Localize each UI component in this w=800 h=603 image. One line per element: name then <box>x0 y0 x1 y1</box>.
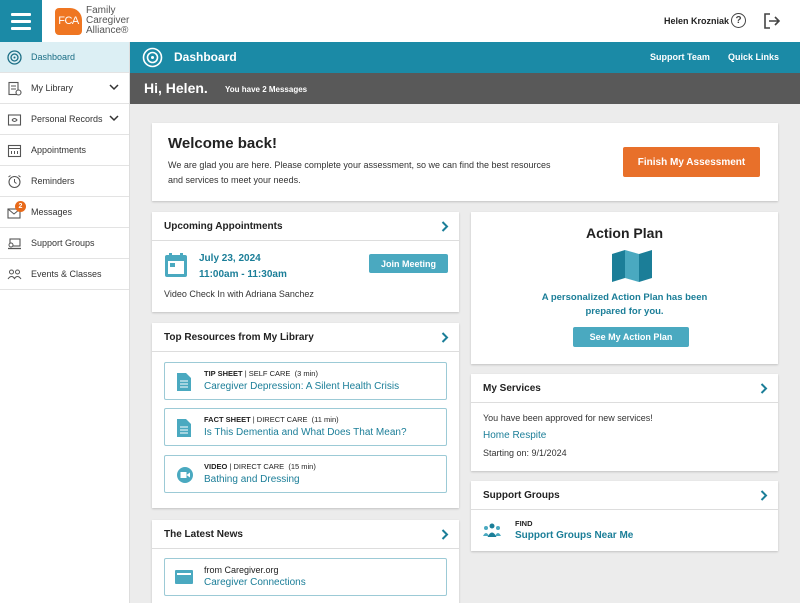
help-icon[interactable]: ? <box>731 13 746 28</box>
news-header[interactable]: The Latest News <box>152 520 459 549</box>
support-groups-header[interactable]: Support Groups <box>471 481 778 510</box>
sidebar-item-reminders[interactable]: Reminders <box>0 166 129 197</box>
quick-links-link[interactable]: Quick Links <box>728 52 779 62</box>
finish-assessment-button[interactable]: Finish My Assessment <box>623 147 760 177</box>
support-groups-near-me-link[interactable]: Support Groups Near Me <box>515 530 633 541</box>
dashboard-header-bar: Dashboard Support Team Quick Links <box>130 42 800 73</box>
sidebar: Dashboard My Library Personal Records Ap… <box>0 42 130 603</box>
resource-meta: FACT SHEET | DIRECT CARE (11 min) <box>204 415 339 424</box>
welcome-title: Welcome back! <box>168 135 277 152</box>
dashboard-icon <box>142 47 163 68</box>
sidebar-item-my-library[interactable]: My Library <box>0 73 129 104</box>
services-approved-text: You have been approved for new services! <box>483 413 653 423</box>
appointment-date: July 23, 2024 <box>199 253 261 264</box>
services-card: My Services You have been approved for n… <box>471 374 778 471</box>
sidebar-item-appointments[interactable]: Appointments <box>0 135 129 166</box>
news-link[interactable]: Caregiver Connections <box>204 577 306 588</box>
appointments-header[interactable]: Upcoming Appointments <box>152 212 459 241</box>
document-icon <box>177 373 191 391</box>
dashboard-icon <box>7 49 22 65</box>
calendar-icon <box>7 143 22 158</box>
newspaper-icon <box>175 570 193 584</box>
people-icon <box>7 267 22 282</box>
logo-text: Family Caregiver Alliance® <box>86 5 130 36</box>
sidebar-item-label: Events & Classes <box>31 269 102 279</box>
sidebar-item-personal-records[interactable]: Personal Records <box>0 104 129 135</box>
video-icon <box>177 467 193 483</box>
action-plan-card: Action Plan A personalized Action Plan h… <box>471 212 778 364</box>
chevron-right-icon[interactable] <box>441 221 449 232</box>
action-plan-description: A personalized Action Plan has been prep… <box>541 292 708 317</box>
chevron-right-icon[interactable] <box>760 383 768 394</box>
services-header[interactable]: My Services <box>471 374 778 403</box>
hamburger-menu-icon[interactable] <box>0 0 42 42</box>
sidebar-item-label: Reminders <box>31 176 75 186</box>
top-bar: FCA Family Caregiver Alliance® Helen Kro… <box>0 0 800 42</box>
support-team-link[interactable]: Support Team <box>650 52 710 62</box>
sidebar-item-label: Dashboard <box>31 52 76 62</box>
resource-item[interactable]: VIDEO | DIRECT CARE (15 min) Bathing and… <box>164 455 447 493</box>
chevron-right-icon[interactable] <box>441 529 449 540</box>
resource-meta: TIP SHEET | SELF CARE (3 min) <box>204 369 318 378</box>
sidebar-item-label: Messages <box>31 207 73 217</box>
sidebar-item-events-classes[interactable]: Events & Classes <box>0 259 129 290</box>
resource-title[interactable]: Bathing and Dressing <box>204 474 300 485</box>
welcome-card: Welcome back! We are glad you are here. … <box>152 123 778 201</box>
chevron-right-icon[interactable] <box>760 490 768 501</box>
library-icon <box>7 81 22 96</box>
service-link[interactable]: Home Respite <box>483 430 546 441</box>
laptop-icon <box>7 236 22 251</box>
resource-item[interactable]: TIP SHEET | SELF CARE (3 min) Caregiver … <box>164 362 447 400</box>
appointments-card: Upcoming Appointments July 23, 2024 11:0… <box>152 212 459 312</box>
welcome-text: We are glad you are here. Please complet… <box>168 160 551 185</box>
greeting-text: Hi, Helen. <box>144 80 208 96</box>
sidebar-item-label: Support Groups <box>31 238 95 248</box>
sidebar-item-messages[interactable]: 2 Messages <box>0 197 129 228</box>
resource-item[interactable]: FACT SHEET | DIRECT CARE (11 min) Is Thi… <box>164 408 447 446</box>
news-card: The Latest News from Caregiver.org Careg… <box>152 520 459 603</box>
find-label: FIND <box>515 519 533 528</box>
greeting-bar: Hi, Helen. You have 2 Messages <box>130 73 800 104</box>
user-name[interactable]: Helen Krozniak <box>664 16 729 26</box>
news-source: from Caregiver.org <box>204 565 279 575</box>
appointment-time: 11:00am - 11:30am <box>199 269 287 280</box>
resources-header[interactable]: Top Resources from My Library <box>152 323 459 352</box>
document-icon <box>177 419 191 437</box>
messages-count-badge: 2 <box>15 201 26 212</box>
action-plan-title: Action Plan <box>585 225 663 241</box>
resources-card: Top Resources from My Library TIP SHEET … <box>152 323 459 508</box>
support-groups-card: Support Groups FIND Support Groups Near … <box>471 481 778 551</box>
records-icon <box>7 112 22 127</box>
sidebar-item-label: My Library <box>31 83 74 93</box>
logout-icon[interactable] <box>763 12 781 30</box>
chevron-right-icon[interactable] <box>441 332 449 343</box>
logo-mark: FCA <box>55 7 82 35</box>
resource-meta: VIDEO | DIRECT CARE (15 min) <box>204 462 316 471</box>
sidebar-item-label: Appointments <box>31 145 87 155</box>
join-meeting-button[interactable]: Join Meeting <box>369 254 448 273</box>
resource-title[interactable]: Is This Dementia and What Does That Mean… <box>204 427 407 438</box>
messages-count-link[interactable]: You have 2 Messages <box>225 85 307 94</box>
chevron-down-icon[interactable] <box>109 113 119 123</box>
resource-title[interactable]: Caregiver Depression: A Silent Health Cr… <box>204 381 399 392</box>
sidebar-item-dashboard[interactable]: Dashboard <box>0 42 129 73</box>
calendar-icon <box>165 253 187 277</box>
news-item[interactable]: from Caregiver.org Caregiver Connections <box>164 558 447 596</box>
alarm-icon <box>7 174 22 189</box>
service-start: Starting on: 9/1/2024 <box>483 448 567 458</box>
chevron-down-icon[interactable] <box>109 82 119 92</box>
map-icon <box>612 250 652 282</box>
fca-logo[interactable]: FCA Family Caregiver Alliance® <box>55 6 129 36</box>
sidebar-item-label: Personal Records <box>31 114 103 124</box>
appointment-description: Video Check In with Adriana Sanchez <box>164 289 314 299</box>
page-title: Dashboard <box>174 50 237 64</box>
see-action-plan-button[interactable]: See My Action Plan <box>573 327 689 347</box>
sidebar-item-support-groups[interactable]: Support Groups <box>0 228 129 259</box>
people-icon <box>483 523 501 537</box>
